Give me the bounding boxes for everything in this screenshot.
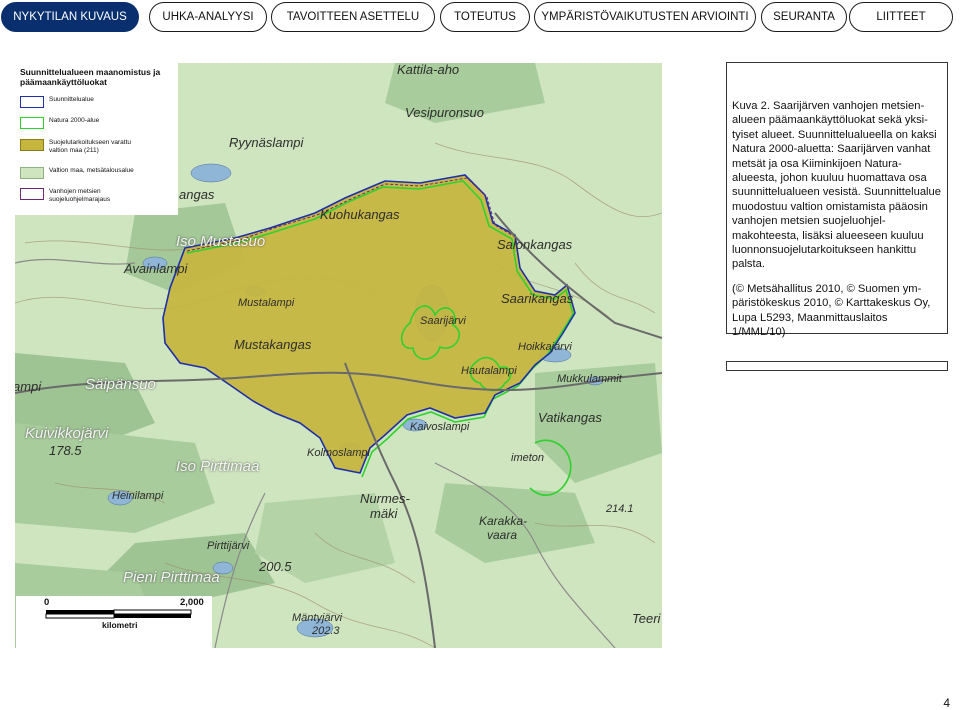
map-label: Mustalampi	[238, 297, 295, 309]
legend-swatch-blue-outline	[20, 96, 44, 108]
top-navigation: NYKYTILAN KUVAUS UHKA-ANALYYSI TAVOITTEE…	[0, 0, 960, 34]
map-label: Karakka-	[479, 514, 528, 528]
map-label: Kattila-aho	[397, 63, 460, 77]
map-label: Saarikangas	[501, 291, 574, 306]
map-legend: Suunnittelualueen maanomistus ja päämaan…	[15, 63, 178, 215]
tab-uhka-analyysi[interactable]: UHKA-ANALYYSI	[149, 2, 267, 32]
map-label: Mäntyjärvi	[292, 612, 343, 624]
copyright-credit: (© Metsähallitus 2010, © Suomen ym­päris…	[732, 282, 931, 339]
map-label: Saarijärvi	[420, 315, 466, 327]
legend-label: Valtion maa, metsätalousalue	[49, 167, 134, 174]
map-label: angas	[179, 187, 215, 202]
legend-item: Vanhojen metsien suojeluohjelmarajaus	[20, 188, 159, 203]
map-label: Mukkulammit	[557, 373, 622, 385]
map-label: Hoikkajärvi	[518, 341, 572, 353]
map-label: Kaivoslampi	[410, 421, 470, 433]
map-label: Teeri	[632, 611, 661, 626]
legend-swatch-green-fill	[20, 167, 44, 179]
legend-item: Suojelutarkoitukseen varattu valtion maa…	[20, 139, 149, 154]
legend-item: Valtion maa, metsätalousalue	[20, 167, 134, 179]
map-label: Avainlampi	[124, 261, 188, 276]
legend-swatch-green-outline	[20, 117, 44, 129]
legend-label: Suunnittelualue	[49, 96, 94, 103]
map-label: vaara	[487, 528, 518, 542]
legend-label: Suojelutarkoitukseen varattu valtion maa…	[49, 139, 132, 154]
map-image: Kattila-aho Vesipuronsuo Ryynäslampi ang…	[15, 63, 662, 648]
tab-liitteet[interactable]: LIITTEET	[849, 2, 953, 32]
legend-item: Natura 2000-alue	[20, 117, 99, 129]
scale-end-label: 2,000	[180, 597, 204, 608]
page-number: 4	[943, 696, 950, 710]
map-label: Nurmes-	[360, 491, 410, 506]
map-label: Mustakangas	[234, 337, 312, 352]
legend-title: Suunnittelualueen maanomistus ja päämaan…	[20, 67, 161, 87]
map-label: 200.5	[259, 559, 292, 574]
empty-frame	[726, 361, 948, 371]
map-label: 202.3	[312, 625, 340, 637]
map-label: Kuivikkojärvi	[25, 425, 109, 442]
map-label: Vesipuronsuo	[405, 105, 485, 120]
map-label: ampi	[15, 379, 42, 394]
map-label: mäki	[370, 506, 398, 521]
map-label: Vatikangas	[538, 410, 602, 425]
map-label: Iso Mustasuo	[176, 233, 266, 250]
map-label: Heinilampi	[112, 490, 164, 502]
map-label: Kuohukangas	[320, 207, 400, 222]
tab-tavoitteen-asettelu[interactable]: TAVOITTEEN ASETTELU	[271, 2, 435, 32]
map-label: Salonkangas	[497, 237, 573, 252]
figure-caption: Kuva 2. Saarijärven vanhojen metsien­alu…	[732, 100, 941, 271]
tab-seuranta[interactable]: SEURANTA	[761, 2, 847, 32]
tab-toteutus[interactable]: TOTEUTUS	[440, 2, 530, 32]
figure-caption-box: Kuva 2. Saarijärven vanhojen metsien­alu…	[726, 62, 948, 338]
tab-nykytilan-kuvaus[interactable]: NYKYTILAN KUVAUS	[1, 2, 139, 32]
scale-unit-label: kilometri	[102, 620, 138, 630]
map-label: Pieni Pirttimaa	[123, 569, 220, 586]
map-label: Säipänsuo	[85, 376, 156, 393]
tab-ymparistovaikutusten-arviointi[interactable]: YMPÄRISTÖVAIKUTUSTEN ARVIOINTI	[534, 2, 756, 32]
map-label: Pirttijärvi	[207, 540, 250, 552]
scale-start-label: 0	[44, 597, 50, 608]
map-label: Iso Pirttimaa	[176, 458, 260, 475]
map-label: imeton	[511, 452, 545, 464]
map-label: Ryynäslampi	[229, 135, 304, 150]
map-label: 178.5	[49, 443, 82, 458]
legend-swatch-yellow-fill	[20, 139, 44, 151]
legend-item: Suunnittelualue	[20, 96, 94, 108]
map-label: 214.1	[606, 503, 634, 515]
map-label: Kolmoslampi	[307, 447, 370, 459]
legend-label: Natura 2000-alue	[49, 117, 100, 124]
map-label: Hautalampi	[461, 365, 517, 377]
legend-swatch-purple-outline	[20, 188, 44, 200]
scale-bar: 0 2,000 kilometri	[16, 596, 212, 648]
legend-label: Vanhojen metsien suojeluohjelmarajaus	[49, 188, 111, 203]
